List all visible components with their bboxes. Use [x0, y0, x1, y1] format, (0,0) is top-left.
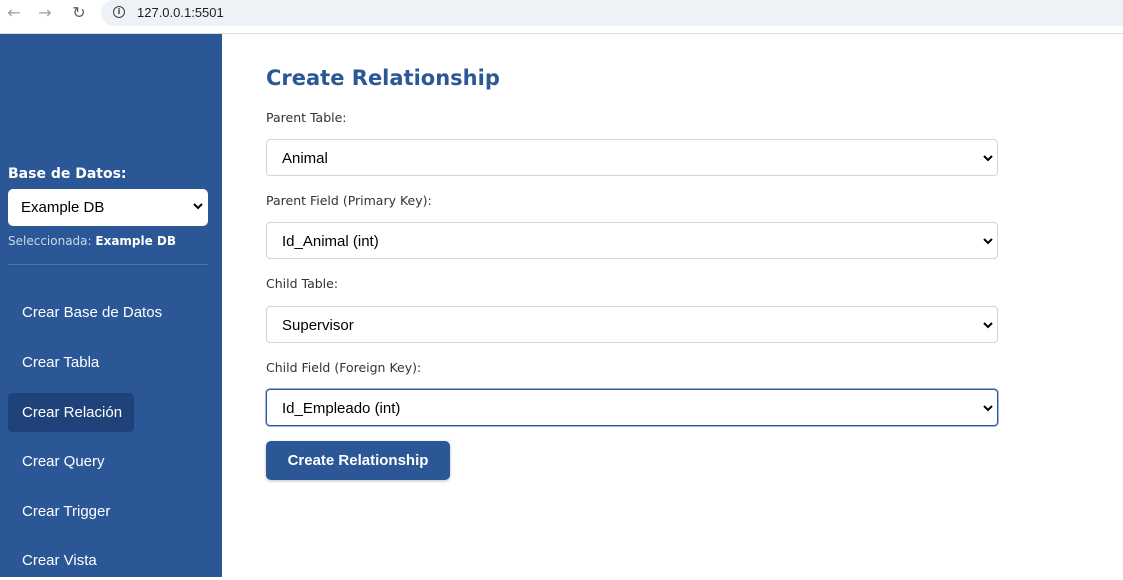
sidebar-item-label: Crear Tabla — [22, 354, 100, 371]
sidebar-item-crear-relacion[interactable]: Crear Relación — [8, 393, 134, 432]
reload-icon[interactable]: ↻ — [70, 4, 88, 22]
create-relationship-button-label: Create Relationship — [287, 452, 429, 469]
selected-database-text: Seleccionada: Example DB — [8, 234, 176, 248]
back-arrow-icon[interactable]: ← — [5, 4, 23, 22]
selected-prefix: Seleccionada: — [8, 234, 96, 248]
browser-toolbar: ← → ↻ i 127.0.0.1:5501 — [0, 0, 1123, 28]
sidebar-item-crear-vista[interactable]: Crear Vista — [8, 541, 134, 580]
child-table-label: Child Table: — [266, 276, 339, 291]
parent-table-label: Parent Table: — [266, 110, 347, 125]
parent-field-label: Parent Field (Primary Key): — [266, 193, 432, 208]
forward-arrow-icon[interactable]: → — [36, 4, 54, 22]
selected-database-name: Example DB — [95, 234, 177, 248]
address-bar[interactable]: i 127.0.0.1:5501 — [101, 0, 1123, 26]
child-table-value: Supervisor — [282, 317, 354, 334]
sidebar-item-label: Crear Query — [22, 453, 105, 470]
sidebar-divider — [8, 264, 208, 265]
database-select[interactable]: Example DB — [8, 189, 208, 226]
sidebar-item-crear-trigger[interactable]: Crear Trigger — [8, 492, 134, 531]
chevron-down-icon — [983, 155, 993, 162]
child-field-select[interactable]: Id_Empleado (int) — [266, 389, 998, 426]
sidebar-item-crear-query[interactable]: Crear Query — [8, 442, 134, 481]
sidebar-item-crear-base-de-datos[interactable]: Crear Base de Datos — [8, 293, 162, 332]
parent-field-value: Id_Animal (int) — [282, 233, 379, 250]
sidebar: Base de Datos: Example DB Seleccionada: … — [0, 34, 222, 577]
sidebar-item-label: Crear Trigger — [22, 503, 111, 520]
parent-table-value: Animal — [282, 150, 328, 167]
sidebar-item-label: Crear Vista — [22, 552, 97, 569]
child-field-value: Id_Empleado (int) — [282, 400, 401, 417]
chevron-down-icon — [983, 322, 993, 329]
chevron-down-icon — [983, 238, 993, 245]
create-relationship-button[interactable]: Create Relationship — [266, 441, 450, 480]
chevron-down-icon — [983, 405, 993, 412]
child-field-label: Child Field (Foreign Key): — [266, 360, 422, 375]
info-icon[interactable]: i — [113, 6, 125, 18]
database-select-value: Example DB — [21, 199, 105, 216]
sidebar-item-crear-tabla[interactable]: Crear Tabla — [8, 343, 134, 382]
page-title: Create Relationship — [266, 66, 500, 90]
child-table-select[interactable]: Supervisor — [266, 306, 998, 343]
chevron-down-icon — [193, 203, 203, 210]
parent-table-select[interactable]: Animal — [266, 139, 998, 176]
sidebar-item-label: Crear Relación — [22, 404, 123, 421]
database-label: Base de Datos: — [8, 166, 127, 182]
parent-field-select[interactable]: Id_Animal (int) — [266, 222, 998, 259]
sidebar-item-label: Crear Base de Datos — [22, 304, 163, 321]
url-text[interactable]: 127.0.0.1:5501 — [137, 5, 224, 20]
